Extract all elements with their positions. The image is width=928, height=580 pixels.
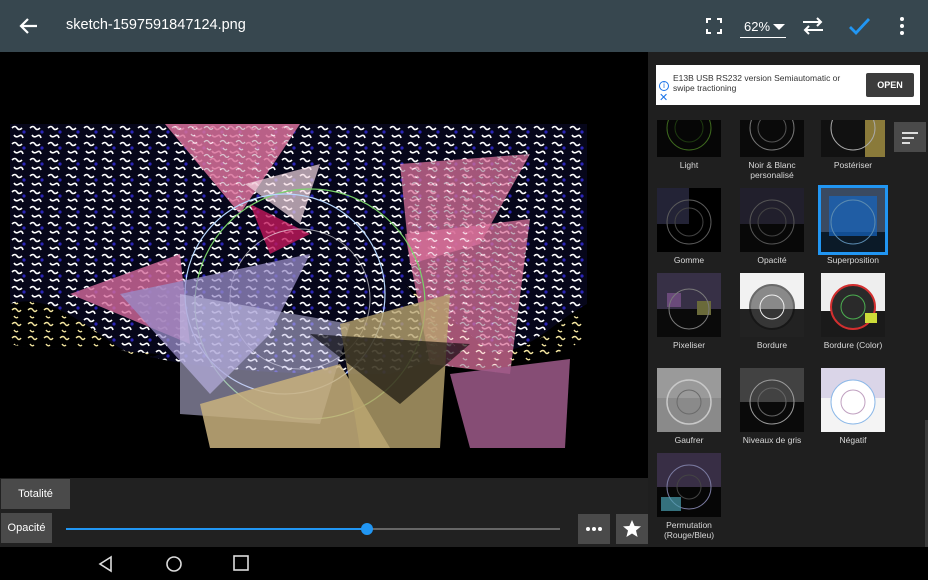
filter-tile[interactable]: Bordure: [734, 273, 810, 350]
opacity-slider[interactable]: [66, 523, 560, 535]
sort-icon[interactable]: [894, 122, 926, 152]
filter-tile[interactable]: Gomme: [651, 188, 727, 265]
filter-thumbnail: [821, 120, 885, 157]
opacity-button[interactable]: Opacité: [1, 513, 52, 543]
filter-tile[interactable]: Bordure (Color): [815, 273, 891, 350]
filter-thumbnail-selected: [818, 185, 888, 255]
dropdown-caret-icon: [773, 24, 785, 30]
scope-totality-button[interactable]: Totalité: [1, 479, 70, 509]
filter-thumbnail: [657, 120, 721, 157]
top-app-bar: sketch-1597591847124.png 62%: [0, 0, 928, 52]
ad-info-icon[interactable]: i: [659, 81, 669, 91]
filter-thumbnail: [657, 188, 721, 252]
more-horiz-icon: [586, 527, 602, 531]
filter-label: Light: [679, 160, 699, 170]
ad-banner[interactable]: i ✕ E13B USB RS232 version Semiautomatic…: [656, 65, 920, 105]
filter-tile[interactable]: Permutation (Rouge/Bleu): [651, 453, 727, 540]
nav-home-icon[interactable]: [164, 554, 184, 574]
filter-thumbnail: [740, 188, 804, 252]
filter-label: Opacité: [757, 255, 787, 265]
more-options-button[interactable]: [578, 514, 610, 544]
filter-label: Postériser: [833, 160, 873, 170]
ad-open-button[interactable]: OPEN: [866, 73, 914, 97]
filter-thumbnail: [821, 273, 885, 337]
bottom-controls: Totalité Opacité: [0, 478, 648, 547]
filter-thumbnail: [740, 273, 804, 337]
opacity-slider-thumb[interactable]: [361, 523, 374, 535]
filter-tile[interactable]: Superposition: [815, 185, 891, 265]
filter-thumbnail: [657, 368, 721, 432]
filter-thumbnail: [821, 368, 885, 432]
filter-tile[interactable]: Light: [651, 120, 727, 170]
filter-thumbnail: [740, 368, 804, 432]
artwork-image: [10, 124, 587, 448]
ad-text: E13B USB RS232 version Semiautomatic or …: [673, 73, 841, 93]
filter-tile[interactable]: Postériser: [815, 120, 891, 170]
filter-thumbnail: [657, 453, 721, 517]
filter-panel: i ✕ E13B USB RS232 version Semiautomatic…: [648, 52, 928, 547]
file-title: sketch-1597591847124.png: [66, 17, 246, 33]
editor-canvas[interactable]: [0, 52, 648, 478]
swap-icon[interactable]: [799, 14, 827, 38]
filter-label: Niveaux de gris: [742, 435, 802, 445]
filter-label: Bordure: [756, 340, 788, 350]
filter-thumbnail: [657, 273, 721, 337]
filter-label: Gaufrer: [674, 435, 704, 445]
filter-label: Permutation (Rouge/Bleu): [663, 520, 715, 540]
nav-recents-icon[interactable]: [232, 554, 250, 572]
filter-tile[interactable]: Négatif: [815, 368, 891, 445]
star-icon: [623, 520, 641, 537]
nav-back-icon[interactable]: [96, 554, 116, 574]
check-icon[interactable]: [845, 12, 873, 40]
fullscreen-icon[interactable]: [702, 14, 726, 38]
filter-tile[interactable]: Gaufrer: [651, 368, 727, 445]
opacity-slider-fill: [66, 528, 368, 530]
zoom-selector[interactable]: 62%: [740, 14, 786, 38]
filter-tile[interactable]: Pixeliser: [651, 273, 727, 350]
arrow-back-icon[interactable]: [14, 12, 44, 40]
filter-tile[interactable]: Opacité: [734, 188, 810, 265]
filter-label: Noir & Blanc personalisé: [748, 160, 796, 180]
system-navigation-bar: [0, 547, 928, 580]
filter-thumbnail: [740, 120, 804, 157]
favorite-button[interactable]: [616, 514, 648, 544]
zoom-value: 62%: [744, 19, 771, 34]
filter-label: Pixeliser: [672, 340, 706, 350]
filter-tile[interactable]: Niveaux de gris: [734, 368, 810, 445]
ad-close-icon[interactable]: ✕: [659, 93, 668, 104]
filter-tile[interactable]: Noir & Blanc personalisé: [734, 120, 810, 180]
filter-label: Négatif: [839, 435, 867, 445]
more-vert-icon[interactable]: [890, 14, 914, 38]
filter-label: Superposition: [827, 255, 879, 265]
filter-label: Bordure (Color): [823, 340, 883, 350]
filter-label: Gomme: [673, 255, 705, 265]
